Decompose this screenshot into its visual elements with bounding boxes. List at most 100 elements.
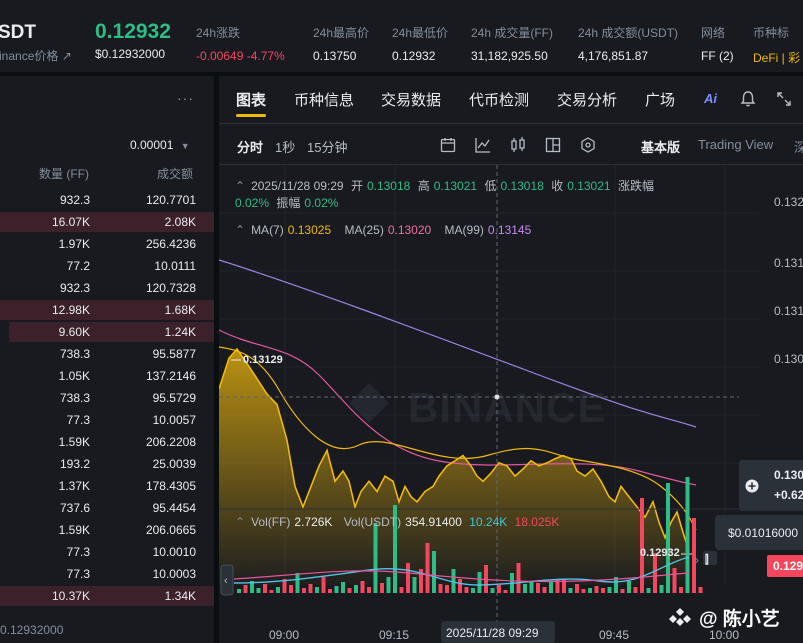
ohlc-legend-line2: 0.02% 振幅 0.02% — [235, 194, 342, 211]
precision-value: 0.00001 — [130, 138, 174, 152]
chevron-left-icon: ‹ — [224, 575, 228, 587]
order-book-row[interactable]: 12.98K 1.68K — [0, 299, 214, 321]
volume-bar — [315, 587, 319, 593]
order-book-row[interactable]: 1.59K 206.0665 — [0, 519, 214, 541]
chart-version-option[interactable]: 基本版 — [641, 137, 680, 156]
order-book-row[interactable]: 932.3 120.7701 — [0, 189, 214, 211]
ohlc-amplitude: 0.02% — [304, 196, 339, 210]
order-book-row[interactable]: 16.07K 2.08K — [0, 211, 214, 233]
order-book-row[interactable]: 738.3 95.5729 — [0, 387, 214, 409]
order-book-row[interactable]: 10.37K 1.34K — [0, 585, 214, 607]
volume-bar — [243, 585, 248, 593]
order-book-row[interactable]: 1.05K 137.2146 — [0, 365, 214, 387]
price-diff-value: $0.01016000 — [728, 526, 799, 540]
order-book-row[interactable]: 77.2 10.0111 — [0, 255, 214, 277]
ma7-value: 0.13025 — [287, 223, 332, 237]
volume-bar — [269, 590, 274, 593]
volume-bar — [659, 585, 664, 593]
pair-source-link[interactable]: inance价格 ↗ — [0, 47, 72, 64]
bell-icon[interactable] — [739, 90, 757, 108]
order-book-row[interactable]: 1.97K 256.4236 — [0, 233, 214, 255]
calendar-icon[interactable] — [439, 136, 457, 154]
more-options-icon[interactable]: ··· — [177, 90, 194, 106]
collapse-chevron-icon[interactable]: ⌃ — [235, 515, 245, 529]
chart-version-option[interactable]: 深 — [794, 137, 803, 156]
last-price: 0.12932 — [95, 20, 171, 43]
order-amount: 178.4305 — [145, 479, 196, 493]
volume-bar — [653, 553, 657, 593]
tab-3[interactable]: 代币检测 — [469, 89, 529, 110]
chevron-right-icon: › — [695, 553, 699, 567]
precision-select[interactable]: 0.00001 ▼ — [130, 138, 190, 152]
order-book-row[interactable]: 1.37K 178.4305 — [0, 475, 214, 497]
fullscreen-icon[interactable] — [775, 90, 793, 108]
ticker-stat-label: 网络 — [701, 26, 726, 40]
layout-icon[interactable] — [544, 136, 562, 154]
volume-bar — [549, 581, 553, 593]
interval-option[interactable]: 分时 — [237, 137, 263, 156]
volume-bar — [373, 523, 378, 593]
order-book-row[interactable]: 1.59K 206.2208 — [0, 431, 214, 453]
order-book-row[interactable]: 932.3 120.7328 — [0, 277, 214, 299]
interval-option[interactable]: 15分钟 — [307, 137, 347, 156]
current-price: 0.129 — [773, 559, 803, 573]
volume-bar — [672, 568, 677, 593]
volume-bar — [588, 588, 592, 593]
tab-4[interactable]: 交易分析 — [557, 89, 617, 110]
crosshair-time: 2025/11/28 09:29 — [446, 626, 539, 640]
crosshair-price-box: 0.130 +0.62 — [739, 460, 803, 511]
order-book-row[interactable]: 193.2 25.0039 — [0, 453, 214, 475]
price-chart[interactable]: ⫿ ‹ › BINANCE ⌃ 2025/11/28 09:29 开 0.13018 高… — [219, 165, 803, 643]
vol-usdt-value: 354.91400 — [405, 515, 462, 529]
volume-bar — [425, 543, 430, 593]
ticker-stat-value[interactable]: FF (2) — [701, 49, 734, 63]
volume-bar — [490, 588, 495, 593]
pair-name[interactable]: SDT — [0, 22, 36, 44]
volume-bar — [445, 585, 449, 593]
volume-bar — [380, 583, 384, 593]
ai-icon[interactable]: Ai — [704, 91, 717, 106]
volume-bar — [516, 563, 521, 593]
tab-5[interactable]: 广场 — [645, 89, 675, 110]
order-amount: 206.2208 — [145, 435, 196, 449]
order-book-row[interactable]: 737.6 95.4454 — [0, 497, 214, 519]
volume-bar — [438, 584, 443, 593]
chart-version-option[interactable]: Trading View — [698, 137, 773, 152]
volume-bar — [666, 483, 670, 593]
ticker-stat: 24h最低价 0.12932 — [392, 24, 448, 63]
ohlc-open-label: 开 — [350, 179, 363, 193]
order-qty: 193.2 — [59, 457, 90, 471]
plus-circle-icon[interactable] — [745, 479, 759, 493]
order-book-row[interactable]: 738.3 95.5877 — [0, 343, 214, 365]
interval-option[interactable]: 1秒 — [275, 137, 295, 156]
indicator-icon[interactable] — [474, 136, 492, 154]
order-book-row[interactable]: 77.3 10.0057 — [0, 409, 214, 431]
order-qty: 1.97K — [58, 237, 90, 251]
order-qty: 932.3 — [59, 281, 90, 295]
ohlc-change: 0.02% — [235, 196, 270, 210]
order-amount: 120.7701 — [145, 193, 196, 207]
time-axis-label: 09:00 — [269, 628, 300, 642]
ohlc-close: 0.13021 — [567, 179, 611, 193]
tab-1[interactable]: 币种信息 — [294, 89, 354, 110]
tab-0[interactable]: 图表 — [236, 89, 266, 110]
ticker-bar: SDT inance价格 ↗ 0.12932 $0.12932000 24h涨跌… — [0, 0, 803, 72]
order-book-row[interactable]: 9.60K 1.24K — [0, 321, 214, 343]
volume-bar — [328, 589, 332, 593]
candlestick-icon[interactable] — [509, 136, 527, 154]
column-header-qty: 数量 (FF) — [39, 167, 89, 181]
chart-high-label: 0.13129 — [243, 354, 283, 366]
volume-bar — [256, 588, 261, 593]
order-book-row[interactable]: 77.3 10.0010 — [0, 541, 214, 563]
collapse-chevron-icon[interactable]: ⌃ — [235, 179, 245, 193]
ticker-stat: 网络 FF (2) — [701, 24, 734, 63]
ticker-stat-value[interactable]: DeFi | 彩 — [753, 49, 800, 66]
collapse-chevron-icon[interactable]: ⌃ — [235, 223, 245, 237]
ma25-value: 0.13020 — [387, 223, 432, 237]
watermark-binance: BINANCE — [408, 384, 607, 431]
order-book-row[interactable]: 77.3 10.0003 — [0, 563, 214, 585]
tab-2[interactable]: 交易数据 — [381, 89, 441, 110]
order-amount: 10.0057 — [152, 413, 196, 427]
ohlc-close-label: 收 — [551, 179, 564, 193]
settings-hexagon-icon[interactable] — [579, 136, 597, 154]
